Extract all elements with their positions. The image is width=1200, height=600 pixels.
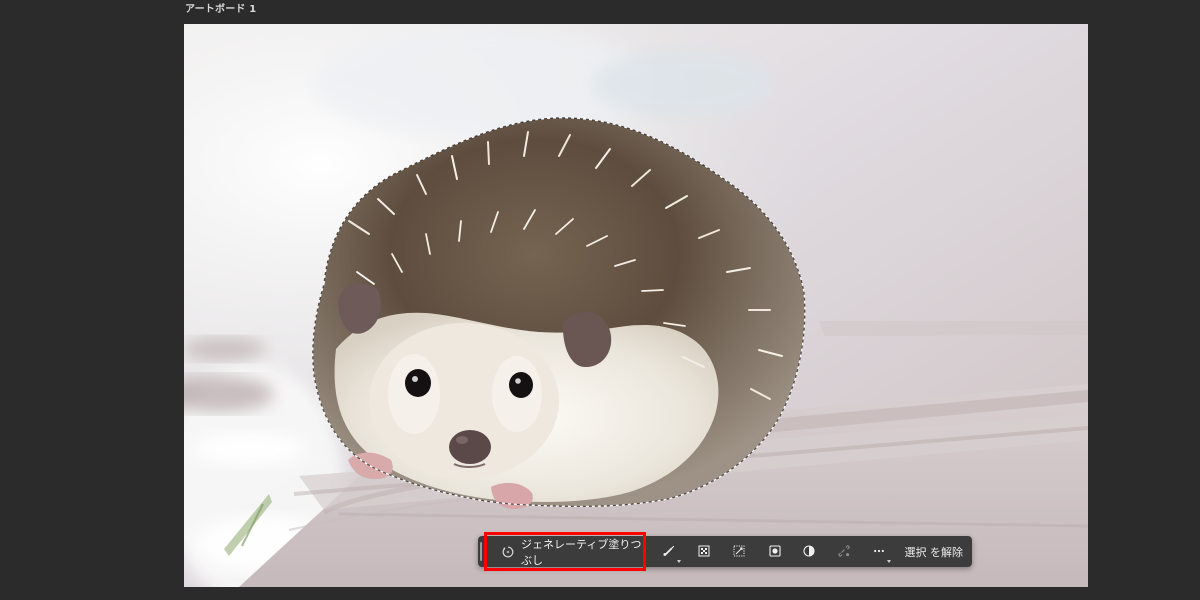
hedgehog-photo [184, 24, 1088, 587]
contextual-task-bar: ジェネレーティブ塗りつぶし 選択 を解除 [478, 532, 972, 571]
adjustment-icon [802, 543, 816, 562]
generative-fill-icon [501, 545, 515, 559]
drag-handle[interactable] [480, 542, 482, 561]
fill-tool-button[interactable] [764, 543, 786, 561]
more-icon [872, 543, 886, 562]
generative-fill-label: ジェネレーティブ塗りつぶし [521, 537, 642, 567]
link-icon [837, 543, 851, 562]
artboard-title: アートボード 1 [185, 4, 257, 15]
adjustment-tool-button[interactable] [798, 543, 820, 561]
more-options-button[interactable] [868, 543, 891, 563]
mask-tool-button[interactable] [693, 543, 715, 561]
link-tool-button[interactable] [833, 543, 855, 561]
fill-icon [768, 543, 782, 562]
more-menu-caret [887, 560, 891, 563]
transform-tool-button[interactable] [728, 543, 750, 561]
brush-tool-button[interactable] [658, 543, 681, 563]
brush-menu-caret [677, 560, 681, 563]
artboard-canvas[interactable] [184, 24, 1088, 587]
generative-fill-button[interactable]: ジェネレーティブ塗りつぶし [484, 532, 646, 571]
mask-icon [697, 543, 711, 562]
brush-icon [662, 543, 676, 562]
transform-icon [732, 543, 746, 562]
deselect-button[interactable]: 選択 を解除 [905, 544, 964, 560]
app-window: アートボード 1 ジェネレーティブ塗りつぶし 選択 を解除 [0, 0, 1200, 600]
